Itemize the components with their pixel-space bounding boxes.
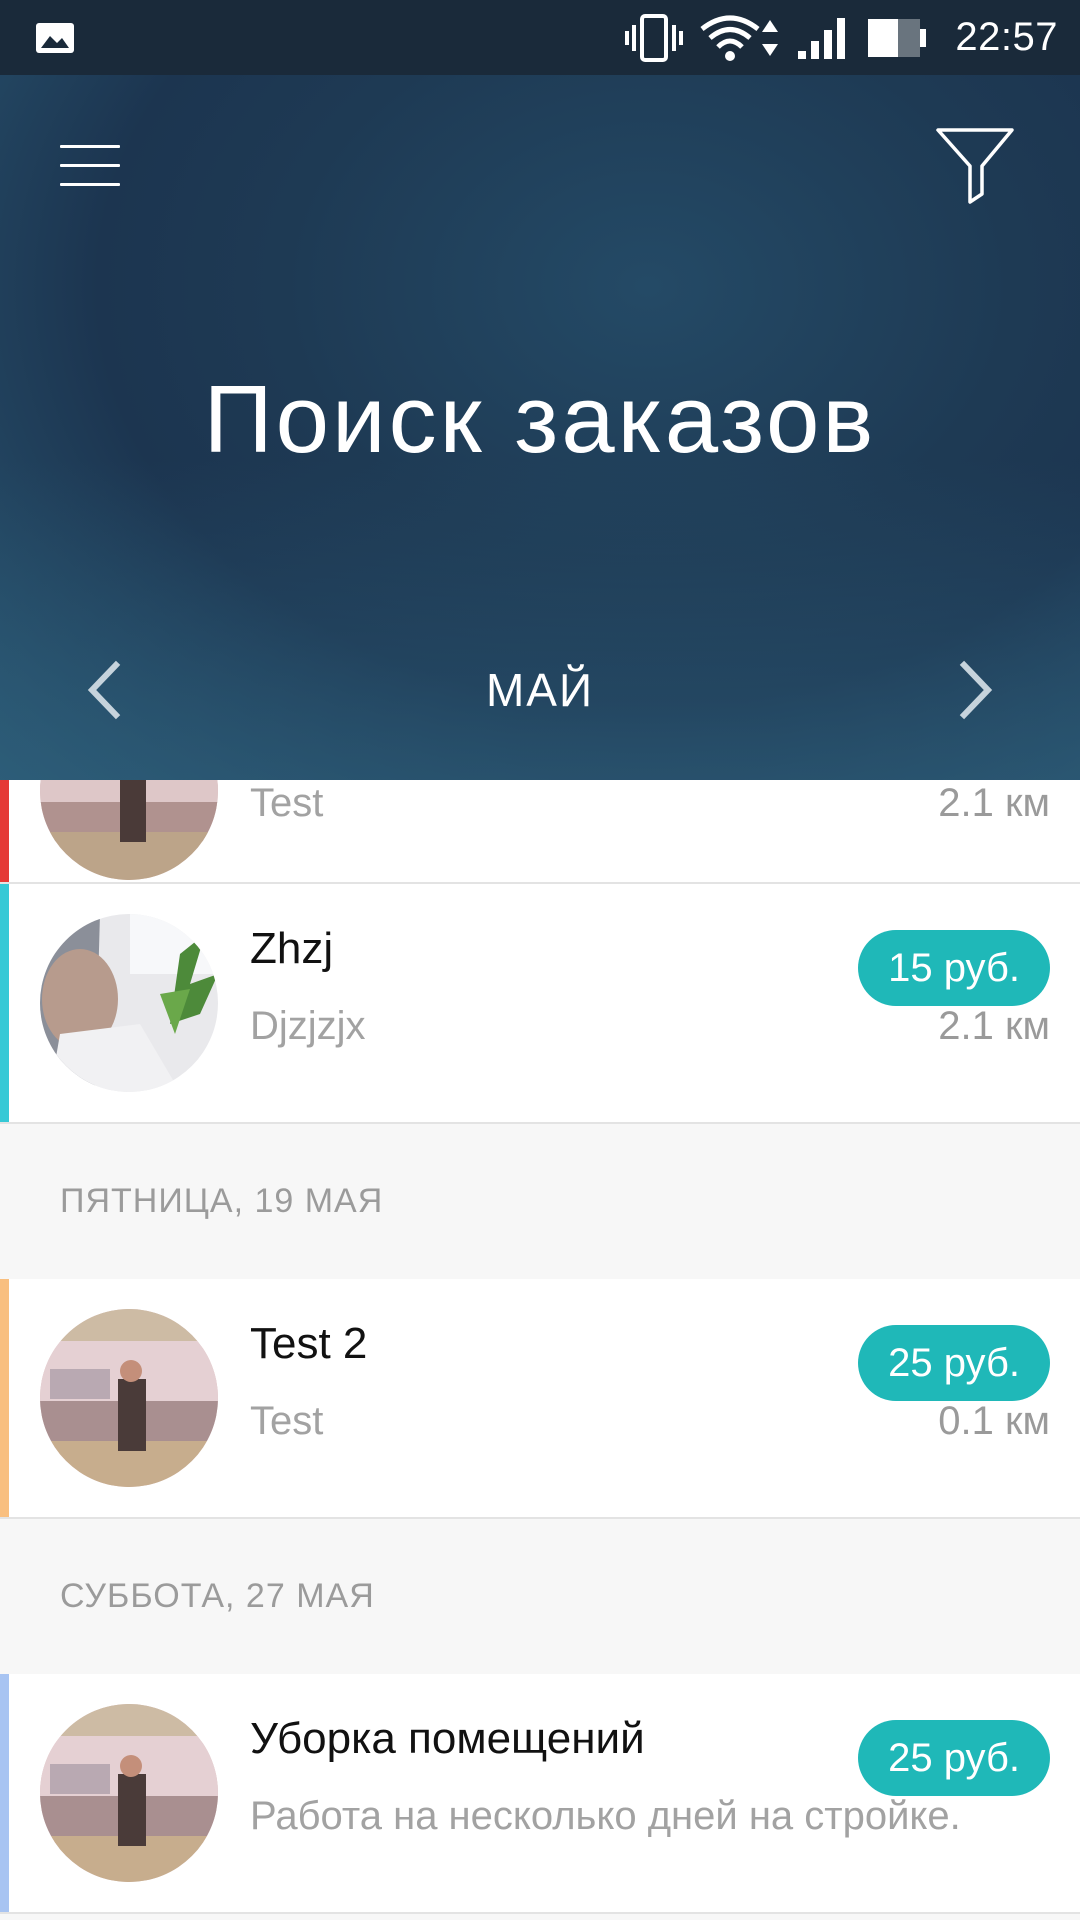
price-badge: 25 руб. [858, 1720, 1050, 1796]
order-card[interactable]: Уборка помещений Работа на несколько дне… [0, 1674, 1080, 1914]
order-description: Djzjzjx [250, 1004, 366, 1048]
gallery-notification-icon [35, 0, 75, 75]
category-stripe [0, 780, 9, 882]
order-title: Zhzj [250, 924, 334, 973]
next-month-button[interactable] [930, 645, 1020, 735]
current-month-label: МАЙ [485, 664, 595, 716]
header: Поиск заказов МАЙ [0, 75, 1080, 780]
avatar [40, 1704, 218, 1882]
avatar [40, 780, 218, 880]
order-distance: 2.1 км [938, 1004, 1050, 1048]
chevron-right-icon [959, 660, 993, 720]
vibrate-icon [625, 0, 683, 75]
page-title: Поиск заказов [203, 366, 877, 473]
order-description: Работа на несколько дней на стройке. [250, 1794, 961, 1838]
order-description: Test [250, 781, 324, 825]
price-badge: 25 руб. [858, 1325, 1050, 1401]
date-section-header: ПЯТНИЦА, 19 МАЯ [0, 1124, 1080, 1279]
order-distance: 2.1 км [938, 781, 1050, 825]
filter-button[interactable] [930, 120, 1020, 210]
hamburger-menu-icon [60, 145, 120, 148]
category-stripe [0, 1674, 9, 1912]
filter-funnel-icon [936, 128, 1014, 204]
avatar [40, 914, 218, 1092]
wifi-icon [700, 0, 760, 75]
section-date-label: ПЯТНИЦА, 19 МАЯ [60, 1182, 384, 1220]
hamburger-line [60, 164, 120, 167]
orders-list[interactable]: Test 2.1 км Zhzj Djzjzjx 15 руб. 2.1 км … [0, 780, 1080, 1920]
order-distance: 0.1 км [938, 1399, 1050, 1443]
date-section-header: СУББОТА, 27 МАЯ [0, 1519, 1080, 1674]
category-stripe [0, 884, 9, 1122]
order-card[interactable]: Test 2 Test 25 руб. 0.1 км [0, 1279, 1080, 1519]
order-title: Test 2 [250, 1319, 368, 1368]
order-card[interactable]: Zhzj Djzjzjx 15 руб. 2.1 км [0, 884, 1080, 1124]
category-stripe [0, 1279, 9, 1517]
cell-signal-icon [796, 0, 848, 75]
hamburger-line [60, 183, 120, 186]
order-title: Уборка помещений [250, 1714, 645, 1763]
price-badge: 15 руб. [858, 930, 1050, 1006]
battery-icon [866, 0, 928, 75]
section-date-label: СУББОТА, 27 МАЯ [60, 1577, 375, 1615]
status-bar: 22:57 [0, 0, 1080, 75]
menu-button[interactable] [50, 135, 130, 195]
order-description: Test [250, 1399, 324, 1443]
data-arrows-icon [760, 0, 780, 75]
order-card[interactable]: Test 2.1 км [0, 780, 1080, 884]
month-selector: МАЙ [0, 645, 1080, 735]
status-time: 22:57 [955, 15, 1058, 59]
avatar [40, 1309, 218, 1487]
